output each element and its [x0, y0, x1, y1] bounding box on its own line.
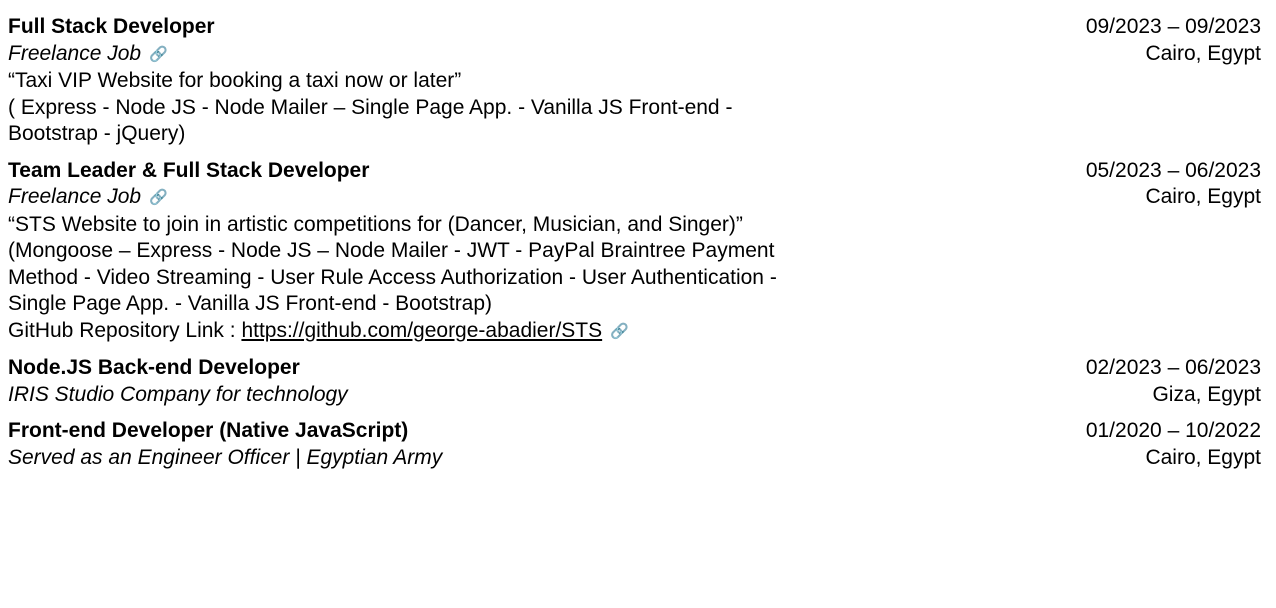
- repo-link[interactable]: https://github.com/george-abadier/STS: [241, 319, 602, 342]
- experience-entry-frontend-army: Front-end Developer (Native JavaScript) …: [8, 418, 1261, 471]
- experience-entry-nodejs-backend: Node.JS Back-end Developer IRIS Studio C…: [8, 355, 1261, 408]
- link-icon[interactable]: 🔗: [149, 185, 168, 212]
- entry-details: Team Leader & Full Stack Developer Freel…: [8, 158, 808, 346]
- project-description: “STS Website to join in artistic competi…: [8, 212, 743, 236]
- project-description: “Taxi VIP Website for booking a taxi now…: [8, 69, 462, 92]
- link-icon[interactable]: 🔗: [610, 319, 629, 346]
- entry-details: Full Stack Developer Freelance Job 🔗 “Tax…: [8, 14, 808, 148]
- date-range: 05/2023 – 06/2023: [1085, 158, 1261, 182]
- company-name: Freelance Job: [8, 185, 142, 208]
- location: Cairo, Egypt: [1145, 41, 1261, 65]
- project-tech-stack: (Mongoose – Express - Node JS – Node Mai…: [8, 239, 777, 315]
- entry-details: Node.JS Back-end Developer IRIS Studio C…: [8, 355, 808, 408]
- company-line: Freelance Job 🔗: [8, 184, 808, 212]
- company-name: IRIS Studio Company for technology: [8, 382, 348, 406]
- link-icon[interactable]: 🔗: [149, 42, 168, 69]
- entry-meta: 01/2020 – 10/2022 Cairo, Egypt: [1086, 418, 1261, 471]
- experience-entry-team-leader-sts: Team Leader & Full Stack Developer Freel…: [8, 158, 1261, 346]
- entry-details: Front-end Developer (Native JavaScript) …: [8, 418, 808, 471]
- job-title: Front-end Developer (Native JavaScript): [8, 419, 409, 442]
- experience-entry-full-stack-taxi: Full Stack Developer Freelance Job 🔗 “Tax…: [8, 14, 1261, 148]
- location: Cairo, Egypt: [1145, 445, 1261, 469]
- job-title: Full Stack Developer: [8, 15, 215, 38]
- company-name: Freelance Job: [8, 41, 142, 65]
- location: Giza, Egypt: [1152, 382, 1261, 406]
- project-tech-stack: ( Express - Node JS - Node Mailer – Sing…: [8, 95, 733, 146]
- entry-meta: 09/2023 – 09/2023 Cairo, Egypt: [1086, 14, 1261, 67]
- experience-section: Full Stack Developer Freelance Job 🔗 “Tax…: [0, 0, 1276, 608]
- repo-line: GitHub Repository Link : https://github.…: [8, 318, 808, 346]
- location: Cairo, Egypt: [1145, 185, 1261, 208]
- date-range: 09/2023 – 09/2023: [1085, 15, 1261, 38]
- company-name: Served as an Engineer Officer | Egyptian…: [8, 445, 443, 469]
- repo-label: GitHub Repository Link :: [8, 318, 242, 342]
- entry-meta: 05/2023 – 06/2023 Cairo, Egypt: [1086, 158, 1261, 211]
- entry-meta: 02/2023 – 06/2023 Giza, Egypt: [1086, 355, 1261, 408]
- job-title: Node.JS Back-end Developer: [8, 356, 300, 379]
- job-title: Team Leader & Full Stack Developer: [8, 158, 370, 182]
- date-range: 02/2023 – 06/2023: [1085, 356, 1261, 379]
- date-range: 01/2020 – 10/2022: [1085, 419, 1261, 442]
- company-line: Freelance Job 🔗: [8, 41, 808, 69]
